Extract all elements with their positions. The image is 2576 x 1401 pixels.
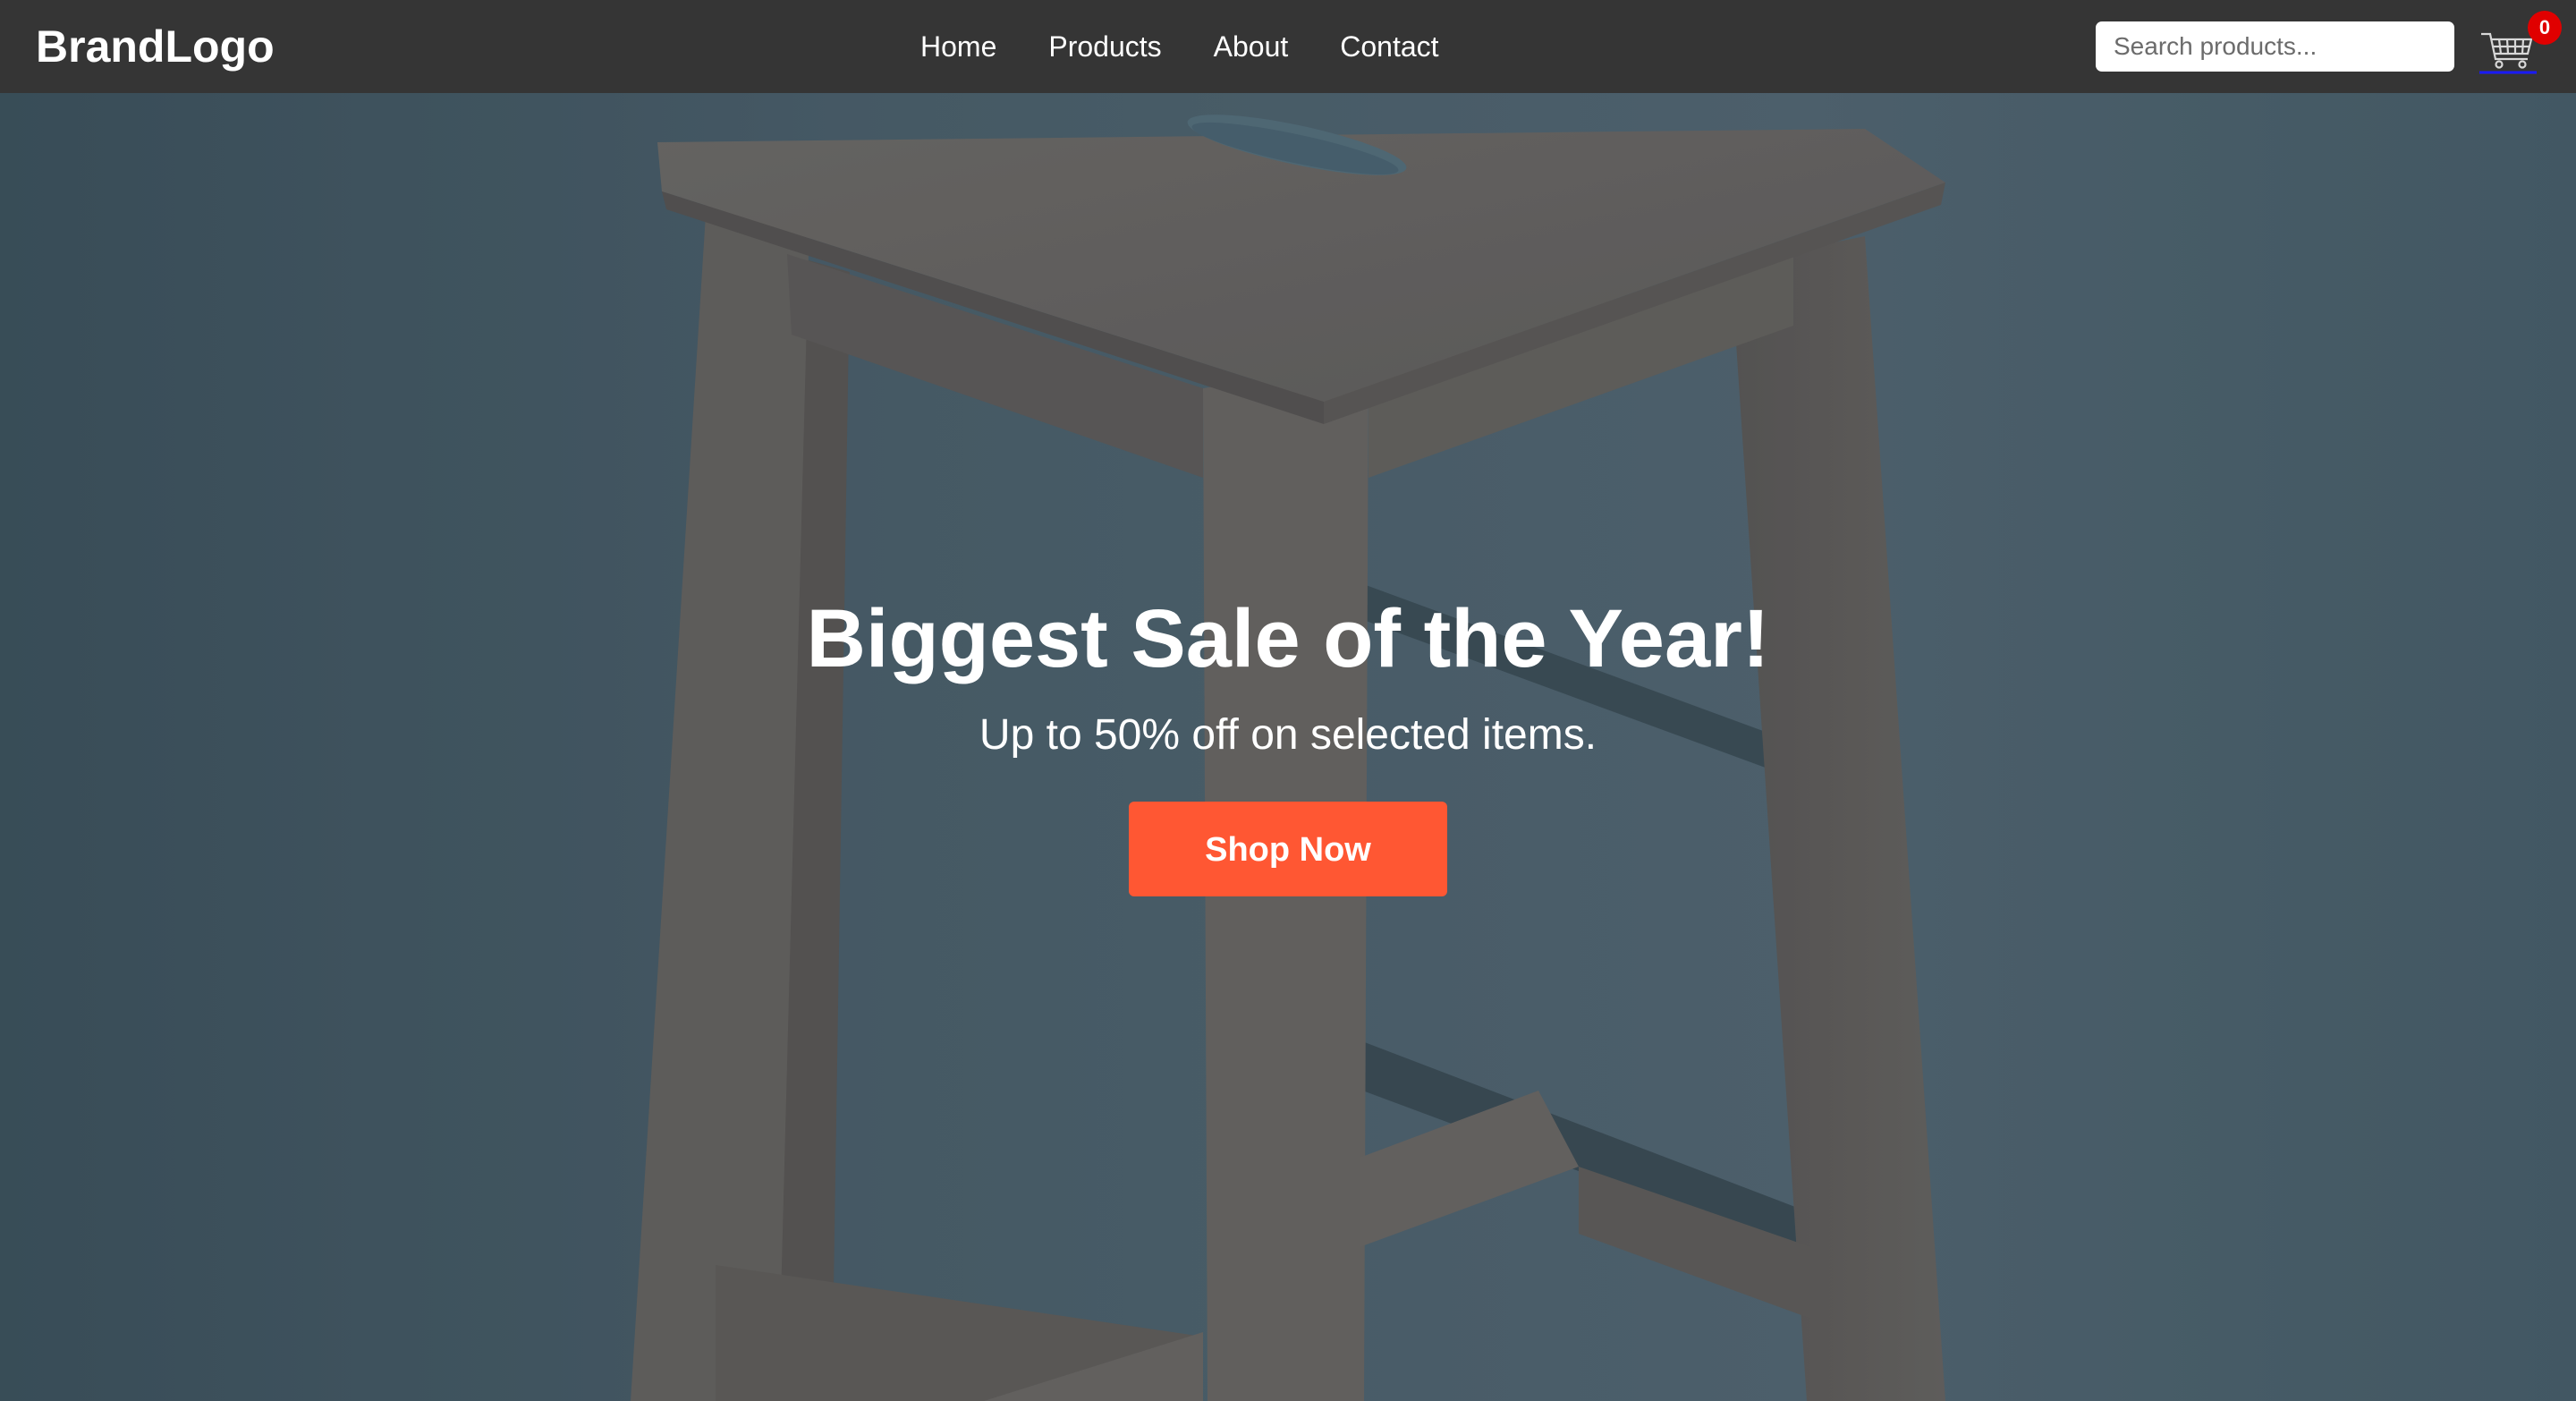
cart-count-badge: 0: [2528, 11, 2562, 45]
navbar: BrandLogo Home Products About Contact 0: [0, 0, 2576, 93]
cart-button[interactable]: 0: [2478, 11, 2562, 75]
search-input[interactable]: [2096, 21, 2454, 72]
hero-content: Biggest Sale of the Year! Up to 50% off …: [0, 585, 2576, 896]
shop-now-button[interactable]: Shop Now: [1129, 802, 1447, 896]
nav-link-products[interactable]: Products: [1022, 20, 1187, 73]
nav-link-about[interactable]: About: [1188, 20, 1315, 73]
nav-links: Home Products About Contact: [894, 20, 1465, 73]
nav-link-contact[interactable]: Contact: [1314, 20, 1464, 73]
hero-subtitle: Up to 50% off on selected items.: [979, 711, 1597, 759]
nav-link-home[interactable]: Home: [894, 20, 1022, 73]
brand-logo[interactable]: BrandLogo: [36, 16, 275, 77]
hero-section: Biggest Sale of the Year! Up to 50% off …: [0, 93, 2576, 1401]
hero-title: Biggest Sale of the Year!: [806, 593, 1770, 684]
